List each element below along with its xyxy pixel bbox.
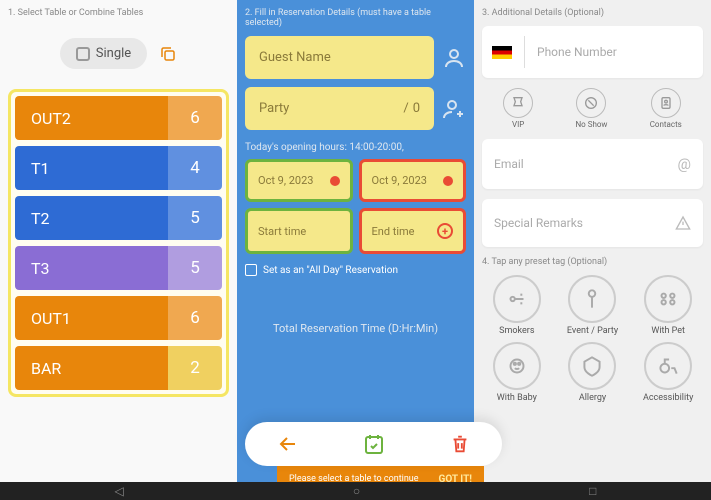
end-date-input[interactable]: Oct 9, 2023	[359, 159, 467, 202]
col2-title: 2. Fill in Reservation Details (must hav…	[245, 8, 466, 28]
add-person-icon[interactable]	[442, 97, 466, 121]
allday-label: Set as an "All Day" Reservation	[263, 265, 398, 276]
preset-with-pet[interactable]: With Pet	[633, 275, 703, 336]
email-input[interactable]: Email @	[482, 139, 703, 189]
copy-icon[interactable]	[159, 45, 177, 63]
single-label: Single	[96, 46, 131, 61]
divider	[524, 36, 525, 68]
table-row[interactable]: OUT26	[15, 96, 222, 140]
table-name: OUT2	[15, 96, 168, 140]
android-nav-bar: ◁ ○ □	[0, 482, 711, 500]
table-name: BAR	[15, 346, 168, 390]
total-time-label: Total Reservation Time (D:Hr:Min)	[245, 322, 466, 335]
table-list: OUT26T14T25T35OUT16BAR2	[8, 89, 229, 397]
start-time-input[interactable]: Start time	[245, 208, 353, 254]
table-name: OUT1	[15, 296, 168, 340]
status-tag-contacts[interactable]: Contacts	[650, 88, 682, 129]
flag-icon[interactable]	[492, 46, 512, 59]
nav-recent[interactable]: □	[589, 484, 596, 498]
table-row[interactable]: T35	[15, 246, 222, 290]
single-toggle[interactable]: Single	[60, 38, 147, 69]
start-date-input[interactable]: Oct 9, 2023	[245, 159, 353, 202]
table-count: 6	[168, 96, 222, 140]
preset-smokers[interactable]: Smokers	[482, 275, 552, 336]
phone-placeholder: Phone Number	[537, 45, 617, 59]
allday-checkbox[interactable]	[245, 264, 257, 276]
calendar-check-icon[interactable]	[362, 432, 386, 456]
single-checkbox[interactable]	[76, 47, 90, 61]
preset-with-baby[interactable]: With Baby	[482, 342, 552, 403]
col1-title: 1. Select Table or Combine Tables	[8, 8, 229, 18]
table-count: 4	[168, 146, 222, 190]
table-count: 5	[168, 196, 222, 240]
plus-icon[interactable]: +	[437, 223, 453, 239]
remarks-input[interactable]: Special Remarks	[482, 199, 703, 247]
preset-title: 4. Tap any preset tag (Optional)	[482, 257, 703, 267]
end-time-input[interactable]: End time+	[359, 208, 467, 254]
table-count: 5	[168, 246, 222, 290]
opening-hours: Today's opening hours: 14:00-20:00,	[245, 142, 466, 153]
table-name: T2	[15, 196, 168, 240]
table-name: T3	[15, 246, 168, 290]
phone-input-card[interactable]: Phone Number	[482, 26, 703, 78]
status-tag-no-show[interactable]: No Show	[575, 88, 607, 129]
warning-icon	[675, 215, 691, 231]
back-icon[interactable]	[276, 432, 300, 456]
col3-title: 3. Additional Details (Optional)	[482, 8, 703, 18]
alert-icon	[330, 176, 340, 186]
action-bar	[245, 422, 502, 466]
table-row[interactable]: BAR2	[15, 346, 222, 390]
table-count: 2	[168, 346, 222, 390]
table-row[interactable]: OUT16	[15, 296, 222, 340]
nav-back[interactable]: ◁	[115, 484, 124, 498]
allday-toggle[interactable]: Set as an "All Day" Reservation	[245, 264, 466, 276]
guest-name-input[interactable]: Guest Name	[245, 36, 434, 79]
alert-icon	[443, 176, 453, 186]
preset-event---party[interactable]: Event / Party	[558, 275, 628, 336]
table-count: 6	[168, 296, 222, 340]
table-row[interactable]: T25	[15, 196, 222, 240]
nav-home[interactable]: ○	[353, 484, 360, 498]
status-tag-vip[interactable]: VIP	[503, 88, 533, 129]
table-name: T1	[15, 146, 168, 190]
party-input[interactable]: Party /0	[245, 87, 434, 130]
preset-accessibility[interactable]: Accessibility	[633, 342, 703, 403]
person-icon	[442, 46, 466, 70]
at-icon: @	[678, 155, 691, 173]
table-row[interactable]: T14	[15, 146, 222, 190]
preset-allergy[interactable]: Allergy	[558, 342, 628, 403]
trash-icon[interactable]	[449, 433, 471, 455]
